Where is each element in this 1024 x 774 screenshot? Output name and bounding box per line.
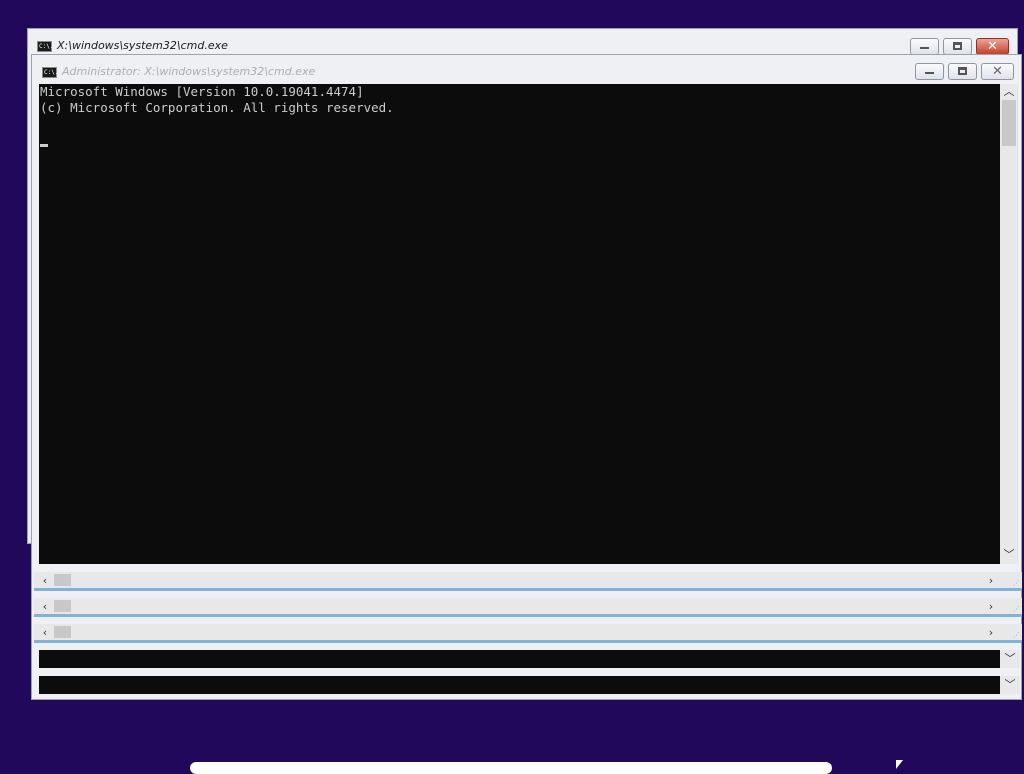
- maximize-icon: [953, 42, 962, 50]
- back-window-title: X:\windows\system32\cmd.exe: [57, 39, 228, 52]
- scroll-right-icon[interactable]: ›: [984, 627, 998, 639]
- scrollbar-thumb[interactable]: [54, 626, 71, 638]
- resize-grip-icon[interactable]: ⋰: [1013, 579, 1020, 587]
- scrollbar-thumb[interactable]: [54, 574, 71, 586]
- console-line: (c) Microsoft Corporation. All rights re…: [40, 100, 394, 115]
- console-output[interactable]: Microsoft Windows [Version 10.0.19041.44…: [39, 84, 1000, 564]
- minimize-icon: [925, 72, 934, 74]
- scroll-left-icon[interactable]: ‹: [38, 627, 52, 639]
- scroll-left-icon[interactable]: ‹: [38, 575, 52, 587]
- back-window-titlebar[interactable]: C:\. X:\windows\system32\cmd.exe ✕: [28, 29, 1017, 55]
- console-line: Microsoft Windows [Version 10.0.19041.44…: [40, 84, 364, 99]
- scrollbar-thumb[interactable]: [1002, 100, 1016, 146]
- horizontal-scrollbar[interactable]: ‹ › ⋰: [34, 572, 1022, 591]
- strip-scroll-down-icon[interactable]: ﹀: [1000, 676, 1020, 694]
- admin-maximize-button[interactable]: [948, 63, 977, 80]
- partial-dialog-edge: [190, 762, 832, 774]
- admin-minimize-button[interactable]: [915, 63, 944, 80]
- cmd-icon: C:\.: [42, 67, 59, 78]
- maximize-icon: [958, 67, 967, 75]
- back-maximize-button[interactable]: [943, 38, 972, 55]
- collapsed-console-strip[interactable]: [39, 676, 1000, 694]
- scroll-right-icon[interactable]: ›: [984, 601, 998, 613]
- collapsed-console-strip[interactable]: [39, 650, 1000, 668]
- scroll-left-icon[interactable]: ‹: [38, 601, 52, 613]
- minimize-icon: [920, 47, 929, 49]
- close-icon: ✕: [987, 39, 998, 54]
- back-close-button[interactable]: ✕: [976, 38, 1009, 55]
- back-minimize-button[interactable]: [910, 38, 939, 55]
- console-vertical-scrollbar[interactable]: ︿ ﹀: [1000, 84, 1018, 564]
- horizontal-scrollbar[interactable]: ‹ › ⋰: [34, 624, 1022, 643]
- scroll-down-icon[interactable]: ﹀: [1002, 549, 1016, 561]
- admin-cmd-window[interactable]: C:\. Administrator: X:\windows\system32\…: [31, 54, 1022, 700]
- close-icon: ✕: [992, 64, 1003, 79]
- admin-close-button[interactable]: ✕: [981, 63, 1014, 80]
- horizontal-scrollbar[interactable]: ‹ › ⋰: [34, 598, 1022, 617]
- strip-scroll-down-icon[interactable]: ﹀: [1000, 650, 1020, 668]
- admin-window-title: Administrator: X:\windows\system32\cmd.e…: [62, 65, 316, 78]
- admin-window-titlebar[interactable]: C:\. Administrator: X:\windows\system32\…: [32, 55, 1021, 81]
- scroll-up-icon[interactable]: ︿: [1002, 86, 1016, 98]
- scroll-right-icon[interactable]: ›: [984, 575, 998, 587]
- text-cursor: [40, 144, 48, 147]
- resize-grip-icon[interactable]: ⋰: [1013, 631, 1020, 639]
- cmd-icon: C:\.: [37, 41, 54, 52]
- resize-grip-icon[interactable]: ⋰: [1013, 605, 1020, 613]
- scrollbar-thumb[interactable]: [54, 600, 71, 612]
